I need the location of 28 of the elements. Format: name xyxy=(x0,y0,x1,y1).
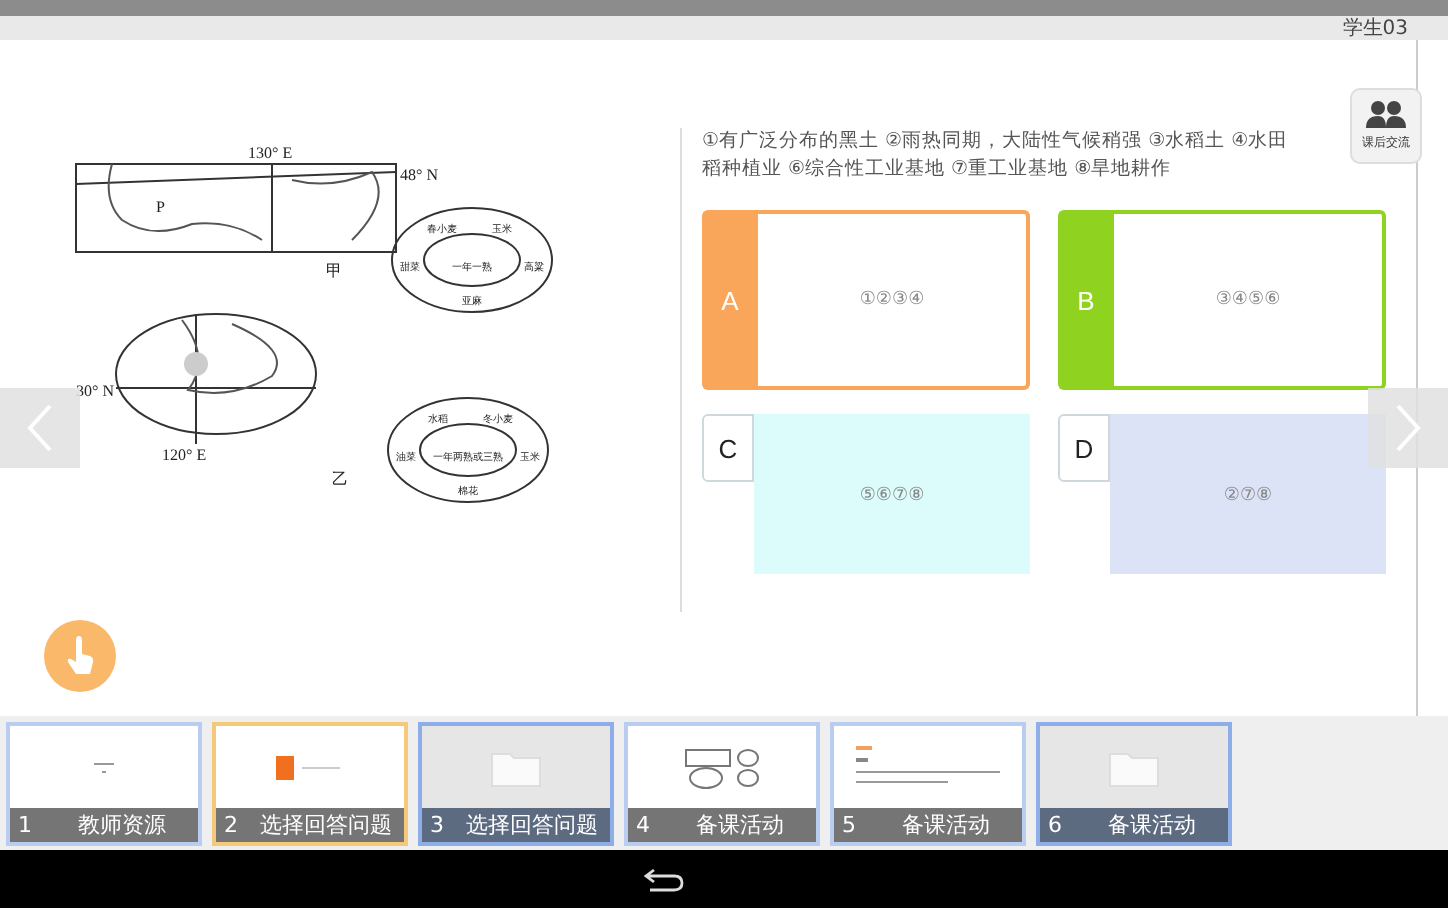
back-arrow-icon xyxy=(642,867,686,891)
slide-thumbnail[interactable]: 3 选择回答问题 xyxy=(418,722,614,846)
people-icon xyxy=(1364,100,1408,128)
slide-thumbnail[interactable]: 2 选择回答问题 xyxy=(212,722,408,846)
chevron-left-icon xyxy=(26,402,54,454)
option-answer: ③④⑤⑥ xyxy=(1110,210,1386,390)
slide-thumbnail[interactable]: 5 备课活动 xyxy=(830,722,1026,846)
option-label[interactable]: D xyxy=(1058,414,1110,482)
tiny-mark-icon xyxy=(92,759,116,775)
map-preview-icon xyxy=(682,745,762,789)
chevron-right-icon xyxy=(1394,402,1422,454)
option-answer: ②⑦⑧ xyxy=(1110,414,1386,574)
option-label[interactable]: C xyxy=(702,414,754,482)
question-text: ①有广泛分布的黑土 ②雨热同期，大陆性气候稍强 ③水稻土 ④水田 xyxy=(702,128,1289,156)
slide-thumbnail[interactable]: 6 备课活动 xyxy=(1036,722,1232,846)
folder-icon xyxy=(490,747,542,787)
slide-preview-icon xyxy=(276,755,344,779)
slide-thumbnail[interactable]: 1 教师资源 xyxy=(6,722,202,846)
option-answer: ①②③④ xyxy=(754,210,1030,390)
folder-icon xyxy=(1108,747,1160,787)
pointing-hand-icon xyxy=(64,636,96,676)
previous-button[interactable] xyxy=(0,388,80,468)
user-name: 学生03 xyxy=(1342,15,1408,42)
next-button[interactable] xyxy=(1368,388,1448,468)
touch-button[interactable] xyxy=(44,620,116,692)
slide-thumbnail[interactable]: 4 备课活动 xyxy=(624,722,820,846)
option-answer: ⑤⑥⑦⑧ xyxy=(754,414,1030,574)
question-text: 稻种植业 ⑥综合性工业基地 ⑦重工业基地 ⑧旱地耕作 xyxy=(702,156,1172,184)
